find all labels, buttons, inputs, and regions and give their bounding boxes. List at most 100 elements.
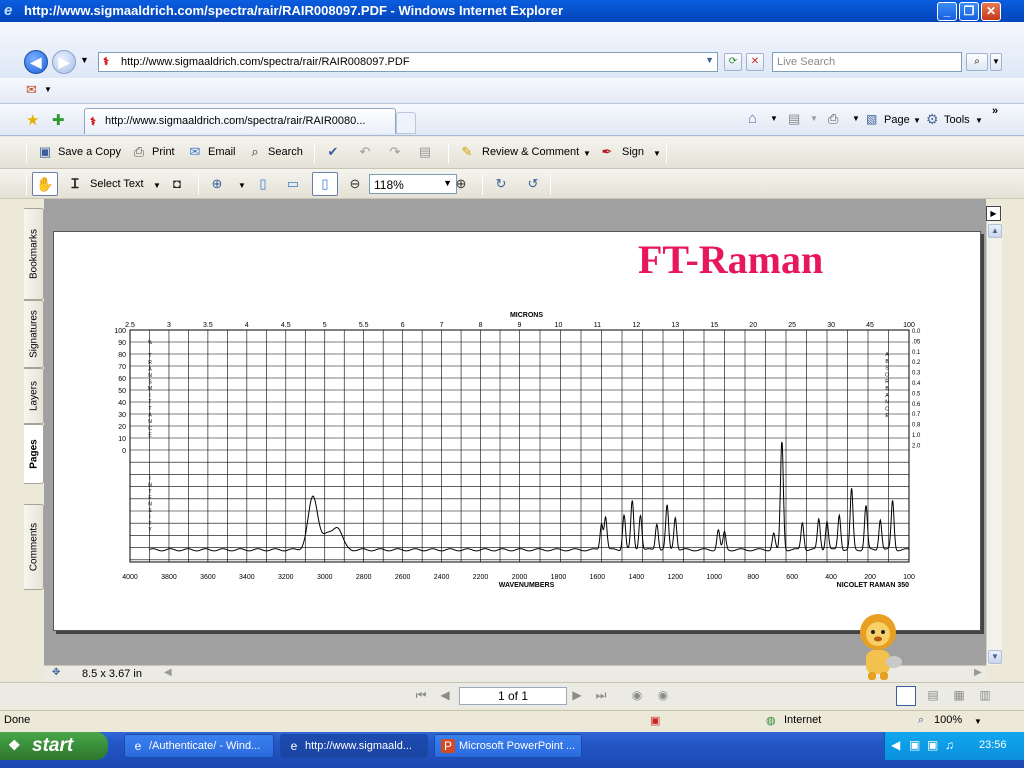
redo-icon[interactable]: ↷ xyxy=(386,143,404,161)
refresh-button[interactable]: ⟳ xyxy=(724,53,742,71)
select-text-button[interactable]: Select Text xyxy=(90,178,144,190)
page-number-input[interactable]: 1 of 1 xyxy=(459,687,567,705)
print-dropdown-icon[interactable]: ▼ xyxy=(852,114,860,123)
zoom-out-icon[interactable]: ⊖ xyxy=(346,175,364,193)
history-back-icon[interactable]: ◉ xyxy=(628,687,646,705)
nav-tab-layers[interactable]: Layers xyxy=(24,368,44,424)
snapshot-icon[interactable]: ◘ xyxy=(168,175,186,193)
home-dropdown-icon[interactable]: ▼ xyxy=(770,114,778,123)
right-tick-label: 0.2 xyxy=(912,360,921,366)
review-dropdown-icon[interactable]: ▼ xyxy=(583,149,591,158)
sign-button[interactable]: Sign xyxy=(622,146,644,158)
address-dropdown-icon[interactable]: ▼ xyxy=(705,55,714,65)
history-forward-icon[interactable]: ◉ xyxy=(654,687,672,705)
facing-view-icon[interactable]: ▦ xyxy=(950,687,968,705)
absorbance-label-char: R xyxy=(885,379,889,385)
search-button[interactable]: Search xyxy=(268,146,303,158)
fit-width-icon[interactable]: ▯ xyxy=(312,172,338,196)
back-button[interactable]: ◀ xyxy=(24,50,48,74)
translate-icon[interactable]: ✉ xyxy=(26,82,37,98)
close-button[interactable]: ✕ xyxy=(981,2,1001,21)
status-zoom-dropdown-icon[interactable]: ▼ xyxy=(974,717,982,726)
spellcheck-icon[interactable]: ✔ xyxy=(324,143,342,161)
tray-volume-icon[interactable]: ♫ xyxy=(945,738,954,752)
page-dropdown-icon[interactable]: ▼ xyxy=(913,116,921,125)
nav-tab-bookmarks[interactable]: Bookmarks xyxy=(24,208,44,300)
undo-icon[interactable]: ↶ xyxy=(356,143,374,161)
zoom-select[interactable]: 118% ▼ xyxy=(369,174,457,194)
scroll-up-icon[interactable]: ▲ xyxy=(988,224,1002,238)
zoom-tool-dropdown-icon[interactable]: ▼ xyxy=(238,181,246,190)
review-comment-button[interactable]: Review & Comment xyxy=(482,146,579,158)
toolbar-grip xyxy=(26,143,27,163)
restore-button[interactable]: ❐ xyxy=(959,2,979,21)
email-button[interactable]: Email xyxy=(208,146,236,158)
tray-expand-icon[interactable]: ◀ xyxy=(891,738,900,752)
single-page-view-icon[interactable] xyxy=(896,686,916,706)
home-icon[interactable]: ⌂ xyxy=(748,110,757,127)
toolbar-separator xyxy=(448,143,449,163)
select-dropdown-icon[interactable]: ▼ xyxy=(153,181,161,190)
feeds-icon[interactable]: ▤ xyxy=(788,111,800,127)
favorites-star-icon[interactable]: ★ xyxy=(26,111,39,129)
nav-tab-comments[interactable]: Comments xyxy=(24,504,44,590)
nav-tab-pages[interactable]: Pages xyxy=(24,424,44,484)
left-tick-label: 90 xyxy=(118,340,126,347)
zoom-in-icon[interactable]: ⊕ xyxy=(208,175,226,193)
tools-dropdown-icon[interactable]: ▼ xyxy=(975,116,983,125)
tray-network-icon[interactable]: ▣ xyxy=(909,738,920,752)
fit-page-icon[interactable]: ▭ xyxy=(284,175,302,193)
left-tick-label: 30 xyxy=(118,412,126,419)
rotate-ccw-icon[interactable]: ↺ xyxy=(524,175,542,193)
address-input[interactable]: ⚕ http://www.sigmaaldrich.com/spectra/ra… xyxy=(98,52,718,72)
forward-button[interactable]: ▶ xyxy=(52,50,76,74)
window-titlebar[interactable]: e http://www.sigmaaldrich.com/spectra/ra… xyxy=(0,0,1024,22)
hscroll-left-icon[interactable]: ◀ xyxy=(164,667,172,678)
start-button[interactable]: ❖ start xyxy=(0,732,108,760)
feeds-dropdown-icon[interactable]: ▼ xyxy=(810,114,818,123)
taskbar-item-powerpoint[interactable]: P Microsoft PowerPoint ... xyxy=(434,734,582,758)
minimize-button[interactable]: _ xyxy=(937,2,957,21)
stop-button[interactable]: ✕ xyxy=(746,53,764,71)
history-dropdown-icon[interactable]: ▼ xyxy=(80,55,89,65)
expand-panel-icon[interactable]: ▶ xyxy=(986,206,1001,221)
toolbar-overflow[interactable]: » xyxy=(992,105,998,117)
search-options-icon[interactable]: ▼ xyxy=(990,53,1002,71)
new-tab-button[interactable] xyxy=(396,112,416,134)
tools-menu[interactable]: Tools xyxy=(944,114,970,126)
translate-dropdown-icon[interactable]: ▼ xyxy=(44,85,52,94)
prev-page-icon[interactable]: ◀ xyxy=(436,687,454,705)
sign-dropdown-icon[interactable]: ▼ xyxy=(653,149,661,158)
page-menu[interactable]: Page xyxy=(884,114,910,126)
last-page-icon[interactable]: ⏭ xyxy=(592,687,610,705)
next-page-icon[interactable]: ▶ xyxy=(568,687,586,705)
add-favorite-icon[interactable]: ✚ xyxy=(52,111,65,129)
rotate-cw-icon[interactable]: ↻ xyxy=(492,175,510,193)
right-tick-label: 0.4 xyxy=(912,381,921,387)
hscroll-right-icon[interactable]: ▶ xyxy=(974,667,982,678)
transmittance-label-char: M xyxy=(148,386,152,392)
zoom-plus-icon[interactable]: ⊕ xyxy=(452,175,470,193)
search-input[interactable]: Live Search xyxy=(772,52,962,72)
save-icon: ▣ xyxy=(38,144,52,159)
hand-tool-icon[interactable]: ✋ xyxy=(32,172,58,196)
tray-network2-icon[interactable]: ▣ xyxy=(927,738,938,752)
vertical-scrollbar[interactable]: ▲ ▼ xyxy=(986,206,1002,665)
taskbar-item-authenticate[interactable]: e /Authenticate/ - Wind... xyxy=(124,734,274,758)
actual-size-icon[interactable]: ▯ xyxy=(254,175,272,193)
popup-blocked-icon[interactable]: ▣ xyxy=(650,714,660,727)
nav-tab-signatures[interactable]: Signatures xyxy=(24,300,44,368)
print-icon[interactable]: ⎙ xyxy=(828,111,838,127)
search-icon[interactable]: ⌕ xyxy=(966,53,988,71)
clipboard-icon[interactable]: ▤ xyxy=(416,143,434,161)
first-page-icon[interactable]: ⏮ xyxy=(412,687,430,705)
transmittance-label-char: % xyxy=(148,340,153,346)
continuous-view-icon[interactable]: ▤ xyxy=(924,687,942,705)
print-button[interactable]: Print xyxy=(152,146,175,158)
save-copy-button[interactable]: Save a Copy xyxy=(58,146,121,158)
status-zoom[interactable]: 100% xyxy=(934,714,962,726)
scroll-down-icon[interactable]: ▼ xyxy=(988,650,1002,664)
tab-current[interactable]: ⚕ http://www.sigmaaldrich.com/spectra/ra… xyxy=(84,108,396,134)
taskbar-item-sigmaaldrich[interactable]: e http://www.sigmaald... xyxy=(280,734,428,758)
continuous-facing-icon[interactable]: ▥ xyxy=(976,687,994,705)
